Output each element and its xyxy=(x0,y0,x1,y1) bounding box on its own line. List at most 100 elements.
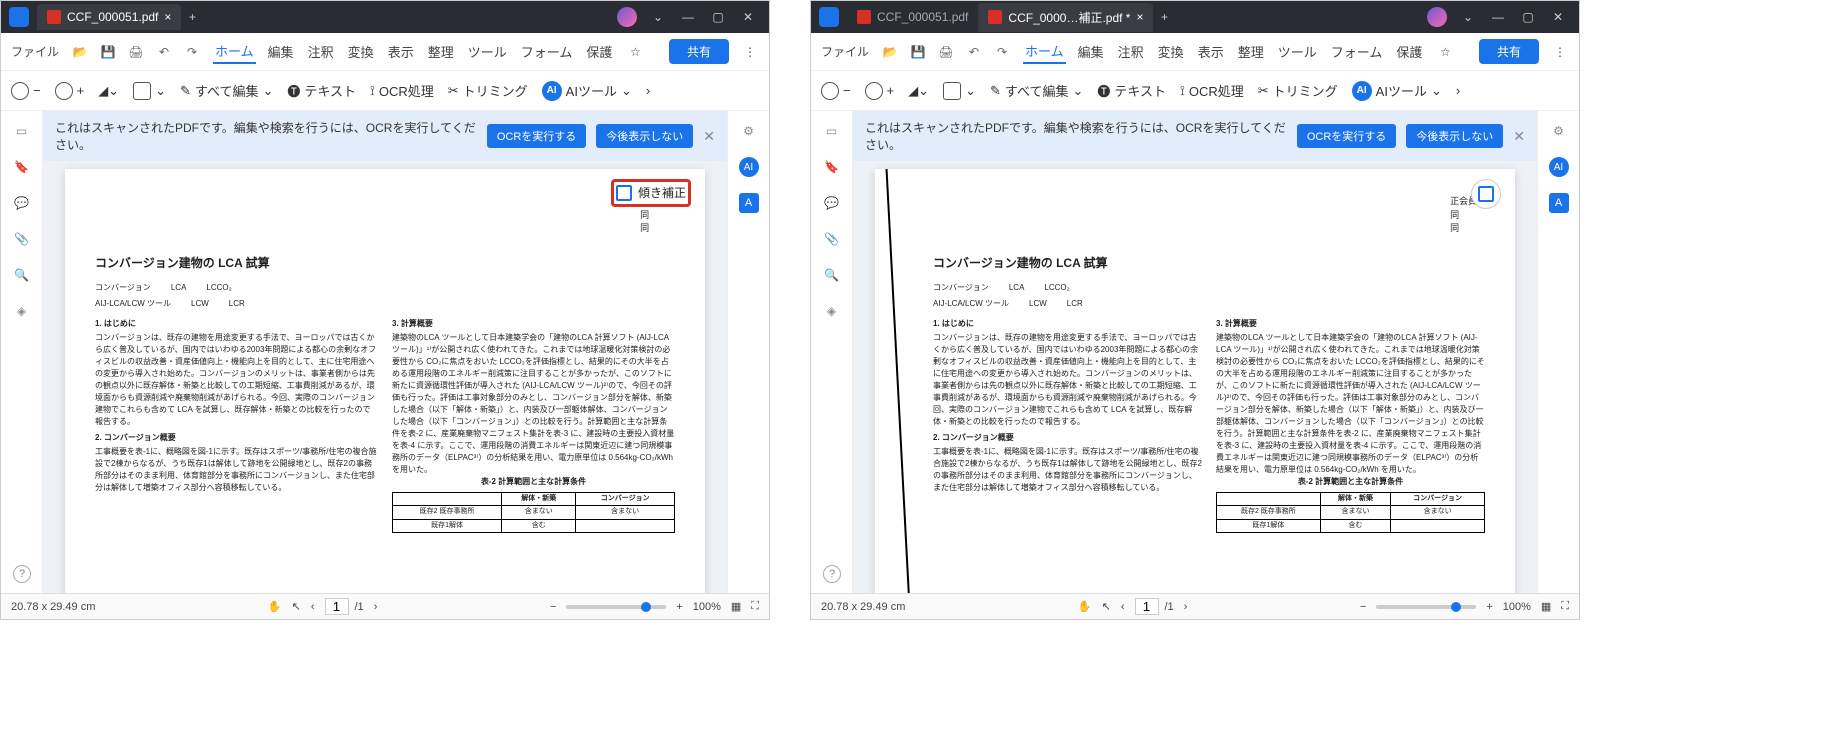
new-tab-button[interactable]: + xyxy=(181,6,203,28)
menu-comment[interactable]: 注釈 xyxy=(306,40,336,63)
search-icon[interactable]: 🔍 xyxy=(822,265,842,285)
zoom-minus-button[interactable]: − xyxy=(1360,601,1366,613)
hand-tool-button[interactable]: ✋ xyxy=(268,600,282,613)
menu-protect[interactable]: 保護 xyxy=(584,40,614,63)
chevron-down-icon[interactable]: ⌄ xyxy=(1455,4,1481,30)
page-viewport[interactable]: 正会員 ○同同 コンバージョン建物の LCA 試算 コンバージョン LCA LC… xyxy=(853,161,1537,593)
bookmark-icon[interactable]: 🔖 xyxy=(822,157,842,177)
deskew-button[interactable]: 傾き補正 xyxy=(611,179,691,207)
dismiss-banner-button[interactable]: 今後表示しない xyxy=(596,124,693,148)
save-icon[interactable]: 💾 xyxy=(909,43,927,61)
thumbnail-icon[interactable]: ▭ xyxy=(822,121,842,141)
close-tab-icon[interactable]: × xyxy=(164,10,171,24)
shape-button[interactable]: ⌄ xyxy=(943,82,976,100)
trim-button[interactable]: ✂ トリミング xyxy=(448,81,528,100)
zoom-plus-button[interactable]: + xyxy=(1486,601,1492,613)
zoom-slider-thumb[interactable] xyxy=(641,602,651,612)
share-button[interactable]: 共有 xyxy=(1479,39,1539,64)
zoom-plus-button[interactable]: + xyxy=(676,601,682,613)
ai-tools-button[interactable]: AI AIツール⌄ xyxy=(542,81,632,101)
toolbar-overflow-icon[interactable]: › xyxy=(1456,83,1460,98)
redo-icon[interactable]: ↷ xyxy=(183,43,201,61)
document-tab[interactable]: CCF_000051.pdf × xyxy=(37,4,181,30)
thumbnail-icon[interactable]: ▭ xyxy=(12,121,32,141)
menu-tools[interactable]: ツール xyxy=(466,40,509,63)
menu-home[interactable]: ホーム xyxy=(1023,39,1066,64)
text-button[interactable]: 🅣 テキスト xyxy=(1097,81,1166,100)
menu-edit[interactable]: 編集 xyxy=(266,40,296,63)
view-mode-icon[interactable]: ▦ xyxy=(1541,600,1551,613)
layers-icon[interactable]: ◈ xyxy=(12,301,32,321)
zoom-slider[interactable] xyxy=(1376,605,1476,609)
menu-home[interactable]: ホーム xyxy=(213,39,256,64)
deskew-icon-button[interactable] xyxy=(1471,179,1501,209)
ocr-button[interactable]: ⟟ OCR処理 xyxy=(1180,81,1244,100)
highlight-button[interactable]: ◢⌄ xyxy=(908,83,929,99)
select-tool-button[interactable]: ↖ xyxy=(292,600,301,613)
page-viewport[interactable]: 傾き補正 正会員 ○同同 コンバージョン建物の LCA 試算 コンバージョン L… xyxy=(43,161,727,593)
toolbar-overflow-icon[interactable]: › xyxy=(646,83,650,98)
redo-icon[interactable]: ↷ xyxy=(993,43,1011,61)
page-input[interactable] xyxy=(325,598,349,615)
ocr-button[interactable]: ⟟ OCR処理 xyxy=(370,81,434,100)
window-close-button[interactable]: ✕ xyxy=(735,4,761,30)
prev-page-button[interactable]: ‹ xyxy=(1121,601,1125,613)
zoom-out-button[interactable]: − xyxy=(11,82,41,100)
menu-edit[interactable]: 編集 xyxy=(1076,40,1106,63)
run-ocr-button[interactable]: OCRを実行する xyxy=(487,124,586,148)
ai-tools-button[interactable]: AI AIツール⌄ xyxy=(1352,81,1442,101)
menu-overflow-icon[interactable]: ⋮ xyxy=(1551,43,1569,61)
document-tab-1[interactable]: CCF_0000…補正.pdf * × xyxy=(978,3,1153,32)
menu-view[interactable]: 表示 xyxy=(386,40,416,63)
minimize-button[interactable]: — xyxy=(1485,4,1511,30)
minimize-button[interactable]: — xyxy=(675,4,701,30)
dismiss-banner-button[interactable]: 今後表示しない xyxy=(1406,124,1503,148)
menu-organize[interactable]: 整理 xyxy=(1236,40,1266,63)
zoom-slider[interactable] xyxy=(566,605,666,609)
next-page-button[interactable]: › xyxy=(1184,601,1188,613)
open-icon[interactable]: 📂 xyxy=(71,43,89,61)
search-icon[interactable]: 🔍 xyxy=(12,265,32,285)
zoom-in-button[interactable]: + xyxy=(865,82,895,100)
run-ocr-button[interactable]: OCRを実行する xyxy=(1297,124,1396,148)
new-tab-button[interactable]: + xyxy=(1153,6,1175,28)
edit-all-button[interactable]: ✎ すべて編集⌄ xyxy=(990,81,1083,100)
maximize-button[interactable]: ▢ xyxy=(705,4,731,30)
user-avatar-icon[interactable] xyxy=(617,7,637,27)
menu-organize[interactable]: 整理 xyxy=(426,40,456,63)
undo-icon[interactable]: ↶ xyxy=(155,43,173,61)
menu-form[interactable]: フォーム xyxy=(1329,40,1385,63)
annotation-icon[interactable]: 💬 xyxy=(12,193,32,213)
menu-tools[interactable]: ツール xyxy=(1276,40,1319,63)
hand-tool-button[interactable]: ✋ xyxy=(1078,600,1092,613)
window-close-button[interactable]: ✕ xyxy=(1545,4,1571,30)
favorite-icon[interactable]: ☆ xyxy=(626,43,644,61)
close-banner-icon[interactable]: ✕ xyxy=(703,128,715,145)
close-banner-icon[interactable]: ✕ xyxy=(1513,128,1525,145)
zoom-minus-button[interactable]: − xyxy=(550,601,556,613)
print-icon[interactable]: 🖨 xyxy=(127,43,145,61)
menu-comment[interactable]: 注釈 xyxy=(1116,40,1146,63)
file-menu[interactable]: ファイル xyxy=(821,43,869,60)
zoom-in-button[interactable]: + xyxy=(55,82,85,100)
shape-button[interactable]: ⌄ xyxy=(133,82,166,100)
print-icon[interactable]: 🖨 xyxy=(937,43,955,61)
help-icon[interactable]: ? xyxy=(13,565,31,583)
menu-convert[interactable]: 変換 xyxy=(1156,40,1186,63)
share-button[interactable]: 共有 xyxy=(669,39,729,64)
select-tool-button[interactable]: ↖ xyxy=(1102,600,1111,613)
highlight-button[interactable]: ◢⌄ xyxy=(98,83,119,99)
next-page-button[interactable]: › xyxy=(374,601,378,613)
document-tab-0[interactable]: CCF_000051.pdf xyxy=(847,4,978,30)
attachment-icon[interactable]: 📎 xyxy=(12,229,32,249)
chevron-down-icon[interactable]: ⌄ xyxy=(645,4,671,30)
open-icon[interactable]: 📂 xyxy=(881,43,899,61)
undo-icon[interactable]: ↶ xyxy=(965,43,983,61)
maximize-button[interactable]: ▢ xyxy=(1515,4,1541,30)
annotation-icon[interactable]: 💬 xyxy=(822,193,842,213)
save-icon[interactable]: 💾 xyxy=(99,43,117,61)
fullscreen-icon[interactable]: ⛶ xyxy=(751,600,759,613)
menu-overflow-icon[interactable]: ⋮ xyxy=(741,43,759,61)
trim-button[interactable]: ✂ トリミング xyxy=(1258,81,1338,100)
close-tab-icon[interactable]: × xyxy=(1136,10,1143,24)
